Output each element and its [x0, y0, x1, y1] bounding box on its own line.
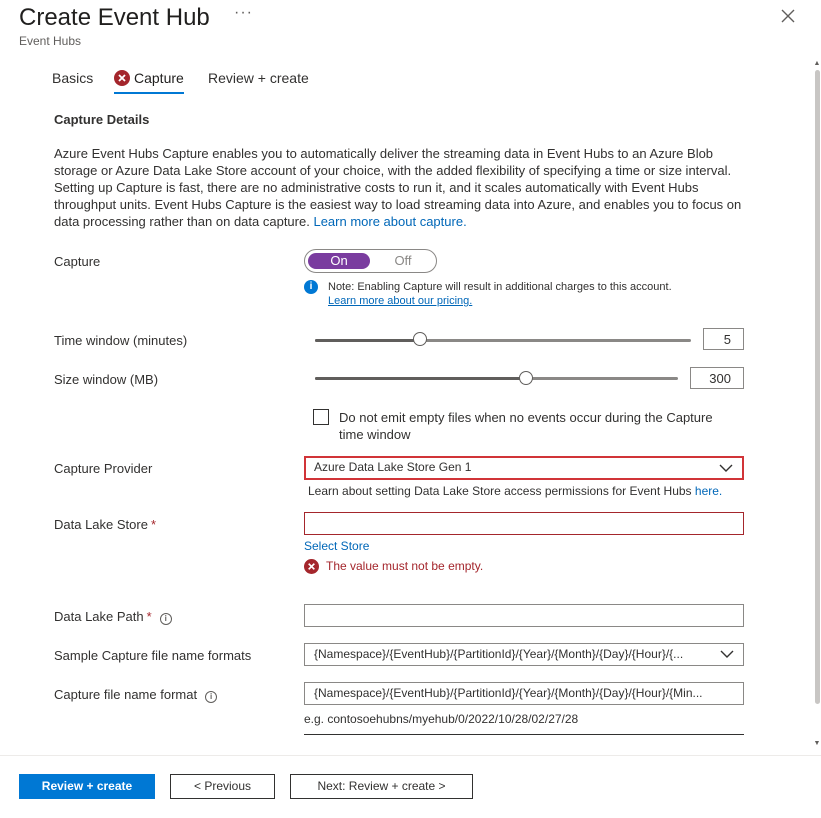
capture-provider-dropdown[interactable]: Azure Data Lake Store Gen 1 — [304, 456, 744, 480]
sample-formats-label: Sample Capture file name formats — [54, 648, 252, 663]
info-icon: i — [304, 280, 318, 294]
previous-button[interactable]: < Previous — [170, 774, 275, 799]
scrollbar-thumb[interactable] — [815, 70, 820, 704]
size-window-slider-thumb[interactable] — [518, 371, 533, 385]
error-icon — [304, 559, 319, 579]
size-window-slider[interactable] — [315, 377, 678, 380]
required-marker: * — [150, 517, 157, 532]
error-icon — [114, 70, 130, 89]
chevron-down-icon — [720, 650, 734, 658]
data-lake-store-error: The value must not be empty. — [326, 559, 484, 573]
chevron-down-icon — [719, 464, 733, 472]
toggle-off-option[interactable]: Off — [375, 253, 431, 269]
required-marker: * — [146, 609, 152, 624]
capture-provider-label: Capture Provider — [54, 461, 153, 476]
data-lake-path-input[interactable] — [304, 604, 744, 627]
capture-note: Note: Enabling Capture will result in ad… — [328, 281, 672, 293]
sample-formats-dropdown[interactable]: {Namespace}/{EventHub}/{PartitionId}/{Ye… — [304, 643, 744, 666]
active-tab-indicator — [114, 92, 184, 94]
time-window-input[interactable]: 5 — [703, 328, 744, 350]
data-lake-store-label: Data Lake Store * — [54, 517, 156, 532]
next-review-create-button[interactable]: Next: Review + create > — [290, 774, 473, 799]
size-window-input[interactable]: 300 — [690, 367, 744, 389]
info-icon[interactable]: i — [159, 613, 172, 625]
permissions-here-link[interactable]: here. — [695, 484, 722, 498]
select-store-link[interactable]: Select Store — [304, 539, 369, 553]
tab-review-create[interactable]: Review + create — [208, 70, 309, 86]
file-format-label-text: Capture file name format — [54, 687, 198, 702]
data-lake-store-input[interactable] — [304, 512, 744, 535]
section-title: Capture Details — [54, 112, 150, 127]
no-empty-files-checkbox[interactable] — [313, 409, 329, 425]
tab-capture-label: Capture — [134, 70, 184, 86]
scroll-up-arrow[interactable]: ▲ — [813, 60, 821, 68]
divider — [304, 734, 744, 735]
capture-label: Capture — [54, 254, 101, 269]
sample-formats-value: {Namespace}/{EventHub}/{PartitionId}/{Ye… — [314, 647, 684, 661]
time-window-slider-thumb[interactable] — [413, 332, 428, 346]
scroll-down-arrow[interactable]: ▼ — [813, 740, 821, 748]
footer-divider — [0, 755, 821, 756]
provider-help-text: Learn about setting Data Lake Store acce… — [308, 484, 692, 498]
review-create-button[interactable]: Review + create — [19, 774, 155, 799]
learn-more-capture-link[interactable]: Learn more about capture. — [313, 214, 466, 229]
capture-toggle[interactable]: On Off — [304, 249, 437, 273]
file-format-input[interactable]: {Namespace}/{EventHub}/{PartitionId}/{Ye… — [304, 682, 744, 705]
time-window-slider[interactable] — [315, 339, 691, 342]
file-format-label: Capture file name format i — [54, 687, 218, 703]
page-title: Create Event Hub — [19, 4, 210, 31]
data-lake-path-label: Data Lake Path * i — [54, 609, 172, 625]
no-empty-files-label: Do not emit empty files when no events o… — [339, 410, 713, 442]
close-icon[interactable] — [778, 6, 798, 26]
capture-provider-value: Azure Data Lake Store Gen 1 — [314, 460, 472, 474]
time-window-label: Time window (minutes) — [54, 333, 188, 348]
tab-capture[interactable]: Capture — [114, 70, 184, 89]
page-subtitle: Event Hubs — [19, 34, 82, 48]
provider-help: Learn about setting Data Lake Store acce… — [308, 484, 722, 498]
file-format-example: e.g. contosoehubns/myehub/0/2022/10/28/0… — [304, 712, 579, 726]
info-icon[interactable]: i — [205, 691, 218, 703]
size-window-slider-fill — [315, 377, 526, 380]
section-description: Azure Event Hubs Capture enables you to … — [54, 145, 749, 230]
size-window-label: Size window (MB) — [54, 372, 159, 387]
data-lake-store-label-text: Data Lake Store — [54, 517, 148, 532]
toggle-on-option[interactable]: On — [308, 253, 370, 269]
tab-basics[interactable]: Basics — [52, 70, 93, 86]
time-window-slider-fill — [315, 339, 421, 342]
data-lake-path-label-text: Data Lake Path — [54, 609, 144, 624]
more-options-icon[interactable]: ··· — [234, 4, 253, 22]
pricing-link[interactable]: Learn more about our pricing. — [328, 295, 472, 307]
